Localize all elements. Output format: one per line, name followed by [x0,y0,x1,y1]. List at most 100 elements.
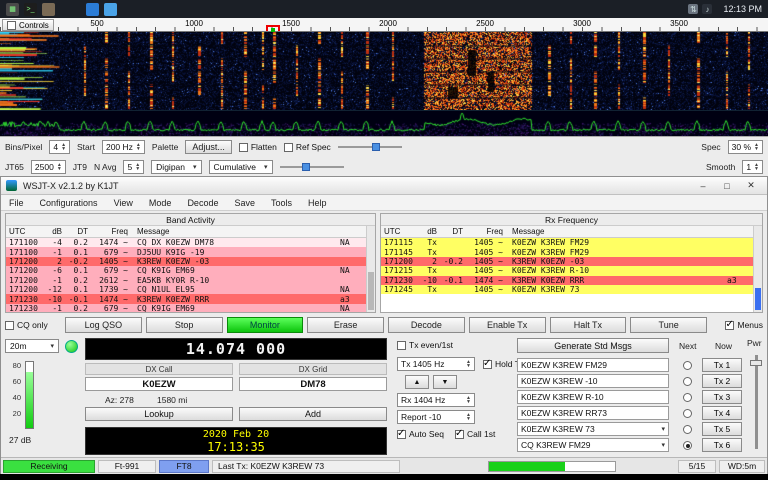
maximize-button[interactable]: □ [716,179,738,193]
bins-pixel-spinner[interactable]: 4 ▲ ▼ [49,140,71,154]
log-qso-button[interactable]: Log QSO [65,317,142,333]
waterfall-canvas[interactable] [0,32,768,110]
tx6-next-radio[interactable] [683,440,692,450]
menu-icon[interactable]: ▦ [6,2,19,16]
dx-call-field[interactable]: K0EZW [85,377,233,391]
tx1-next-radio[interactable] [683,360,692,370]
decode-row[interactable]: 171115 Tx 1405 ~ K0EZW K3REW FM29 [381,238,753,248]
decode-row[interactable]: 171200 -6 0.1 679 ~ CQ K9IG EM69 NA [6,266,366,276]
lookup-button[interactable]: Lookup [85,407,233,421]
menu-view[interactable]: View [106,198,141,208]
decode-row[interactable]: 171245 Tx 1405 ~ K0EZW K3REW 73 [381,284,753,295]
monitor-button[interactable]: Monitor [226,317,304,333]
menu-configurations[interactable]: Configurations [32,198,106,208]
decode-row[interactable]: 171230 -10 -0.1 1474 ~ K3REW K0EZW RRR a3 [381,275,753,285]
decode-row[interactable]: 171200 2 -0.2 1405 ~ K3REW K0EZW -03 [6,256,366,267]
band-select-combo[interactable]: 20m ▾ [5,339,59,353]
pwr-slider-knob[interactable] [750,360,762,366]
enable-tx-button[interactable]: Enable Tx [468,317,546,333]
tx-freq-spinner[interactable]: Tx 1405 Hz ▲ ▼ [397,357,475,371]
ref-spec-checkbox[interactable]: Ref Spec [283,142,331,152]
spinner-arrows-icon[interactable]: ▲ ▼ [754,143,759,152]
display-mode-combo[interactable]: Cumulative ▾ [208,160,273,174]
spinner-arrows-icon[interactable]: ▲ ▼ [466,396,471,405]
tx3-now-button[interactable]: Tx 3 [702,390,742,404]
menu-decode[interactable]: Decode [179,198,226,208]
scrollbar-thumb[interactable] [755,288,761,310]
spec-spinner[interactable]: 30 % ▲ ▼ [727,140,763,154]
palette-adjust-button[interactable]: Adjust... [185,140,232,154]
close-button[interactable]: ✕ [740,179,762,193]
cq-only-checkbox[interactable]: CQ only [5,320,61,330]
split-spinner[interactable]: 2500 ▲ ▼ [30,160,66,174]
slider-knob[interactable] [371,143,380,151]
frequency-scale[interactable]: Controls 500 1000 1500 2000 2500 3000 3500 [0,18,768,32]
spectrum-canvas[interactable] [0,110,768,137]
tx4-next-radio[interactable] [683,408,692,418]
generate-std-msgs-button[interactable]: Generate Std Msgs [517,338,669,353]
tx6-now-button[interactable]: Tx 6 [702,438,742,452]
tx1-now-button[interactable]: Tx 1 [702,358,742,372]
rx-frequency-scrollbar[interactable] [753,226,762,312]
start-spinner[interactable]: 200 Hz ▲ ▼ [101,140,145,154]
tune-button[interactable]: Tune [630,317,707,333]
minimize-button[interactable]: – [692,179,714,193]
tx3-message-field[interactable]: K0EZW K3REW R-10 [517,390,669,404]
tx-freq-up-button[interactable]: ▲ [405,375,429,389]
tx4-now-button[interactable]: Tx 4 [702,406,742,420]
halt-tx-button[interactable]: Halt Tx [549,317,627,333]
menus-checkbox[interactable]: Menus [711,319,763,330]
menu-save[interactable]: Save [226,198,263,208]
spinner-arrows-icon[interactable]: ▲ ▼ [754,163,759,172]
decode-row[interactable]: 171200 -1 0.2 2612 ~ EA5KB KY0R R-10 [6,275,366,285]
palette-combo[interactable]: Digipan ▾ [151,160,202,174]
spinner-arrows-icon[interactable]: ▲ ▼ [466,413,471,422]
report-spinner[interactable]: Report -10 ▲ ▼ [397,410,475,424]
smooth-spinner[interactable]: 1 ▲ ▼ [742,160,763,174]
spinner-arrows-icon[interactable]: ▲ ▼ [57,163,62,172]
monitor-app-icon[interactable] [104,2,117,16]
band-activity-scrollbar[interactable] [366,226,375,312]
spinner-arrows-icon[interactable]: ▲ ▼ [136,143,141,152]
erase-button[interactable]: Erase [307,317,384,333]
tx1-message-field[interactable]: K0EZW K3REW FM29 [517,358,669,372]
menu-tools[interactable]: Tools [263,198,300,208]
tx5-now-button[interactable]: Tx 5 [702,422,742,436]
decode-row[interactable]: 171200 -12 0.1 1739 ~ CQ N1UL EL95 NA [6,284,366,295]
tx5-message-field[interactable]: K0EZW K3REW 73 ▾ [517,422,669,436]
decode-row[interactable]: 171215 Tx 1405 ~ K0EZW K3REW R-10 [381,266,753,276]
decode-row[interactable]: 171100 -4 0.2 1474 ~ CQ DX K0EZW DM78 NA [6,238,366,248]
add-button[interactable]: Add [239,407,387,421]
tx2-message-field[interactable]: K0EZW K3REW -10 [517,374,669,388]
tx3-next-radio[interactable] [683,392,692,402]
decode-row[interactable]: 171100 -1 0.1 679 ~ DJ5UU K9IG -19 [6,247,366,257]
stop-button[interactable]: Stop [145,317,223,333]
scrollbar-thumb[interactable] [368,272,374,310]
dx-grid-field[interactable]: DM78 [239,377,387,391]
title-bar[interactable]: WSJT-X v2.1.2 by K1JT – □ ✕ [1,177,767,195]
tx5-next-radio[interactable] [683,424,692,434]
slider-knob[interactable] [301,163,310,171]
network-icon[interactable]: ⇅ [688,4,699,14]
controls-toggle-button[interactable]: Controls [2,19,54,31]
tx2-next-radio[interactable] [683,376,692,386]
decode-row[interactable]: 171200 2 -0.2 1405 ~ K3REW K0EZW -03 [381,256,753,267]
pwr-slider[interactable] [755,355,758,449]
navg-spinner[interactable]: 5 ▲ ▼ [123,160,145,174]
decode-row[interactable]: 171145 Tx 1405 ~ K0EZW K3REW FM29 [381,247,753,257]
spinner-arrows-icon[interactable]: ▲ ▼ [466,360,471,369]
menu-file[interactable]: File [1,198,32,208]
call-1st-checkbox[interactable]: Call 1st [455,428,495,439]
menu-help[interactable]: Help [300,198,335,208]
decode-row[interactable]: 171230 -10 -0.1 1474 ~ K3REW K0EZW RRR a3 [6,294,366,304]
rx-freq-spinner[interactable]: Rx 1404 Hz ▲ ▼ [397,393,475,407]
terminal-icon[interactable]: >_ [24,2,37,16]
auto-seq-checkbox[interactable]: Auto Seq [397,428,444,439]
tx-even-checkbox[interactable]: Tx even/1st [397,340,453,350]
files-icon[interactable] [42,2,55,16]
decode-button[interactable]: Decode [388,317,465,333]
gain-slider[interactable] [337,142,402,152]
volume-icon[interactable]: ♪ [702,4,713,14]
wsjtx-app-icon[interactable] [86,2,99,16]
spinner-arrows-icon[interactable]: ▲ ▼ [135,163,140,172]
